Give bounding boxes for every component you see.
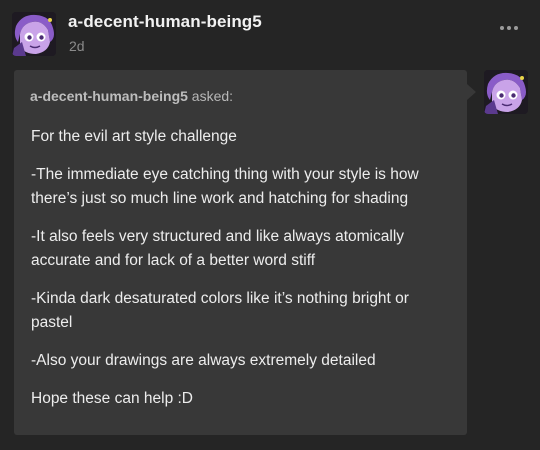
ask-bubble: a-decent-human-being5 asked: For the evi…: [14, 70, 476, 435]
ask-paragraph: Hope these can help :D: [31, 390, 193, 407]
ask-body: For the evil art style challenge -The im…: [31, 125, 451, 425]
asker-avatar-image: [484, 70, 528, 114]
avatar[interactable]: [12, 12, 56, 56]
ask-paragraph: -Also your drawings are always extremely…: [31, 352, 376, 369]
ask-paragraph: For the evil art style challenge: [31, 128, 237, 145]
ask-paragraph: -Kinda dark desaturated colors like it’s…: [31, 290, 409, 331]
asker-avatar[interactable]: [484, 70, 528, 114]
more-options-icon: [500, 26, 518, 30]
asked-line: a-decent-human-being5 asked:: [30, 88, 233, 104]
more-options-button[interactable]: [498, 22, 520, 34]
post-username[interactable]: a-decent-human-being5: [68, 12, 262, 32]
ask-paragraph: -The immediate eye catching thing with y…: [31, 166, 419, 207]
ask-paragraph: -It also feels very structured and like …: [31, 228, 405, 269]
post-timestamp[interactable]: 2d: [69, 38, 85, 54]
avatar-image: [12, 12, 56, 56]
asker-username[interactable]: a-decent-human-being5: [30, 88, 188, 104]
asked-label: asked:: [191, 88, 234, 104]
